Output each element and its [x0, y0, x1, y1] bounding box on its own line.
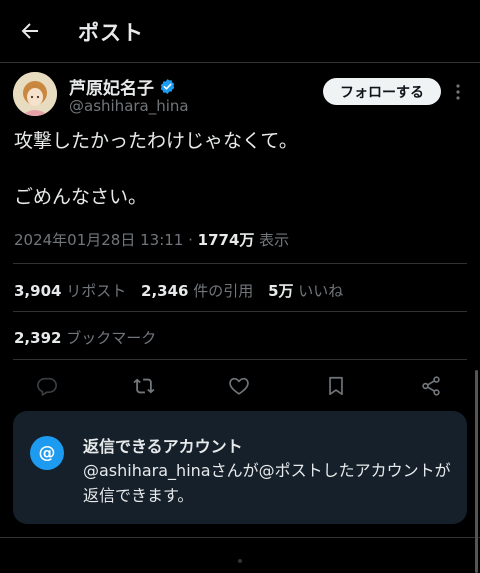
repost-icon[interactable] [133, 375, 155, 397]
more-icon[interactable] [451, 82, 465, 102]
back-arrow-icon[interactable] [18, 19, 42, 43]
share-icon[interactable] [420, 375, 442, 397]
like-label[interactable]: いいね [298, 282, 343, 300]
like-count[interactable]: 5万 [268, 282, 293, 300]
post-timestamp[interactable]: 2024年01月28日 13:11 · [14, 231, 198, 249]
post-text-line: ごめんなさい。 [14, 186, 148, 208]
reply-notice-description: @ashihara_hinaさんが@ポストしたアカウントが返信できます。 [83, 461, 451, 505]
divider [0, 537, 480, 538]
avatar-illustration [13, 72, 57, 116]
author-name-row: 芦原妃名子 [69, 74, 176, 99]
divider [13, 359, 467, 360]
bookmark-count: 2,392 [14, 329, 62, 347]
bookmark-icon[interactable] [325, 375, 347, 397]
verified-badge-icon[interactable] [159, 78, 176, 95]
repost-label[interactable]: リポスト [66, 282, 126, 300]
scrollbar[interactable] [475, 370, 478, 573]
like-icon[interactable] [228, 375, 250, 397]
divider [13, 263, 467, 264]
quote-label[interactable]: 件の引用 [193, 282, 253, 300]
loading-dot [238, 559, 242, 563]
follow-button[interactable]: フォローする [323, 78, 441, 105]
repost-count[interactable]: 3,904 [14, 282, 61, 300]
divider [13, 311, 467, 312]
header-divider [0, 62, 480, 63]
view-count: 1774万 [197, 231, 255, 249]
view-label: 表示 [254, 231, 290, 249]
reply-icon[interactable] [36, 375, 58, 397]
header-bar: ポスト [0, 0, 480, 62]
page-title: ポスト [78, 21, 144, 45]
avatar[interactable] [13, 72, 57, 116]
bookmark-stats: 2,392 ブックマーク [14, 327, 156, 348]
author-handle[interactable]: @ashihara_hina [69, 97, 189, 115]
engagement-stats: 3,904 リポスト 2,346 件の引用 5万 いいね [14, 280, 353, 301]
quote-count[interactable]: 2,346 [141, 282, 188, 300]
reply-notice-title: 返信できるアカウント [83, 437, 243, 456]
author-display-name[interactable]: 芦原妃名子 [69, 74, 154, 99]
post-metadata: 2024年01月28日 13:11 · 1774万 表示 [14, 229, 289, 250]
bookmark-label: ブックマーク [66, 329, 157, 347]
post-text-line: 攻撃したかったわけじゃなくて。 [14, 130, 298, 152]
post-text: 攻撃したかったわけじゃなくて。 ごめんなさい。 [14, 128, 469, 210]
at-icon: @ [30, 436, 64, 470]
